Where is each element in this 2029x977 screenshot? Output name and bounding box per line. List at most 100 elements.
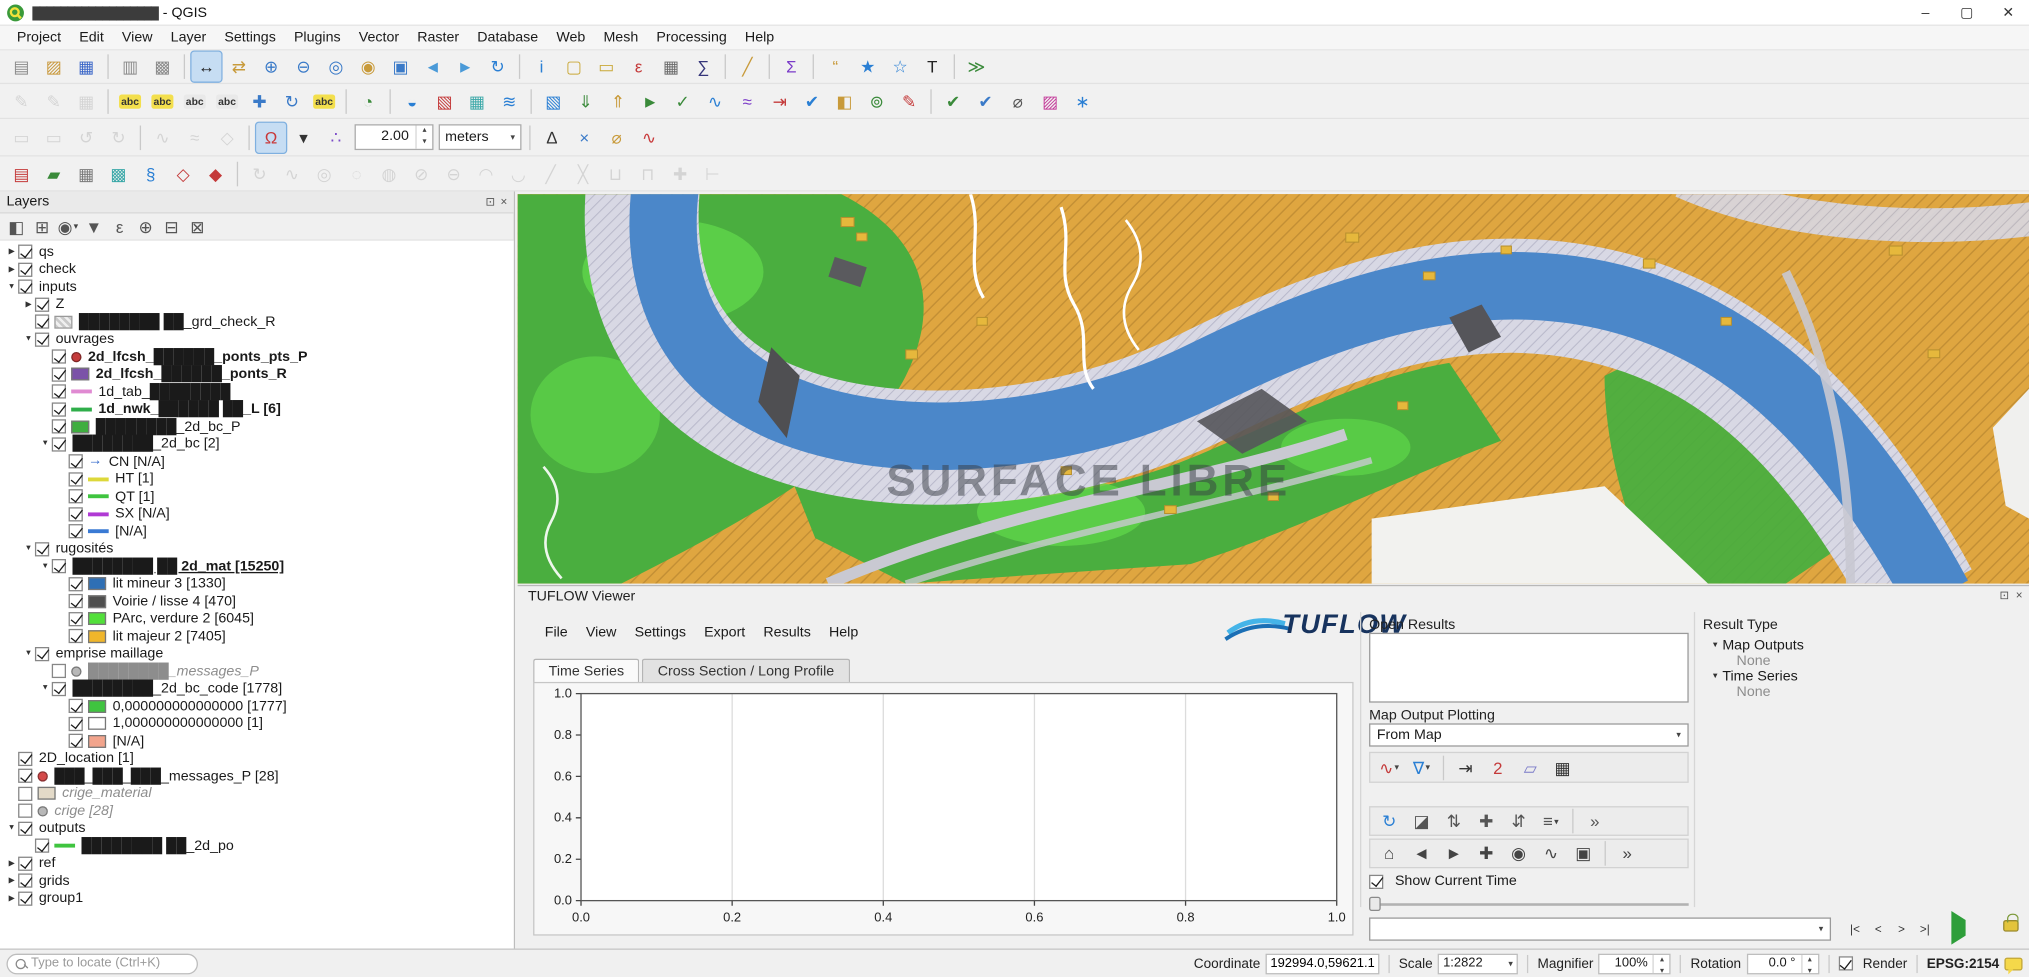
timeseries-plot-type-dropdown-arrow[interactable]: ▾ — [1395, 762, 1400, 772]
visibility-checkbox[interactable] — [69, 455, 83, 469]
visibility-checkbox[interactable] — [35, 647, 49, 661]
tuflow-menu-export[interactable]: Export — [695, 622, 754, 643]
stream-digitizing-button[interactable]: ≈ — [180, 122, 210, 152]
visibility-checkbox[interactable] — [52, 682, 66, 696]
map-tips-button[interactable]: “ — [820, 52, 850, 82]
render-toggle[interactable]: Render — [1838, 956, 1907, 972]
visibility-checkbox[interactable] — [52, 350, 66, 364]
new-spatial-bookmark-button[interactable]: ★ — [853, 52, 883, 82]
layer-row-2d-lfcsh-ponts-pts-p[interactable]: 2d_lfcsh_██████_ponts_pts_P — [0, 348, 514, 365]
visibility-checkbox[interactable] — [69, 524, 83, 538]
filter-legend-button[interactable]: ▼ — [82, 215, 107, 238]
arr-to-tuflow-button[interactable]: ≈ — [732, 86, 762, 116]
collapse-all-button[interactable]: ⊟ — [159, 215, 184, 238]
group-row-emprise-maillage[interactable]: ▼emprise maillage — [0, 645, 514, 662]
symbol-row-lit-mineur-3-1330[interactable]: lit mineur 3 [1330] — [0, 575, 514, 592]
refresh-map-button[interactable]: ↻ — [483, 52, 513, 82]
visibility-checkbox[interactable] — [69, 507, 83, 521]
save-layer-edits-button[interactable]: ▦ — [71, 86, 101, 116]
snapping-units-combo[interactable]: meters▾ — [439, 124, 522, 150]
symbol-row-voirie-lisse-4-470[interactable]: Voirie / lisse 4 [470] — [0, 593, 514, 610]
minimize-button[interactable]: – — [1905, 0, 1946, 25]
load-osm-data-button[interactable]: ⊚ — [862, 86, 892, 116]
add-group-button[interactable]: ⊞ — [30, 215, 55, 238]
nav-save-figure-button[interactable]: ▣ — [1568, 839, 1598, 869]
timestep-combo[interactable]: ▾ — [1369, 917, 1831, 940]
vertex-tool-all-layers-button[interactable]: ✚ — [665, 159, 695, 189]
group-row-outputs[interactable]: ▼outputs — [0, 820, 514, 837]
plot-overflow-button[interactable]: » — [1580, 806, 1610, 836]
group-row-inputs[interactable]: ▼inputs — [0, 278, 514, 295]
visibility-checkbox[interactable] — [69, 577, 83, 591]
legend-options-dropdown-arrow[interactable]: ▾ — [1554, 816, 1559, 826]
visibility-checkbox[interactable] — [18, 769, 32, 783]
rotate-label-button[interactable]: ↻ — [277, 86, 307, 116]
result-type-node-map-outputs[interactable]: ▼Map Outputs — [1708, 638, 2019, 654]
tuflow-increment-layer-button[interactable]: ⇑ — [603, 86, 633, 116]
tuflow-run-simulation-button[interactable]: ► — [635, 86, 665, 116]
layer-row-1d-nwk-l-6[interactable]: 1d_nwk_██████ ██_L [6] — [0, 400, 514, 417]
show-bookmarks-button[interactable]: ☆ — [885, 52, 915, 82]
enable-tracing-button[interactable]: ∿ — [634, 122, 664, 152]
visibility-checkbox[interactable] — [18, 874, 32, 888]
locator-search[interactable]: Type to locate (Ctrl+K) — [6, 953, 198, 974]
current-edits-button[interactable]: ✎ — [6, 86, 36, 116]
zoom-in-button[interactable]: ⊕ — [256, 52, 286, 82]
layer-row-grd-check-r[interactable]: ████████ ██_grd_check_R — [0, 313, 514, 330]
highlight-pinned-labels-button[interactable]: abc — [212, 86, 242, 116]
refresh-plot-button[interactable]: ↻ — [1374, 806, 1404, 836]
simplify-feature-button[interactable]: ∿ — [277, 159, 307, 189]
menu-database[interactable]: Database — [468, 27, 547, 48]
show-layout-manager-button[interactable]: ▩ — [148, 52, 178, 82]
menu-web[interactable]: Web — [547, 27, 594, 48]
rotate-feature-button[interactable]: ↻ — [245, 159, 275, 189]
split-features-button[interactable]: ╱ — [536, 159, 566, 189]
flux-line-button[interactable]: ⇥ — [1451, 752, 1481, 782]
merge-feature-attributes-button[interactable]: ⊓ — [633, 159, 663, 189]
group-row-qs[interactable]: ▶qs — [0, 243, 514, 260]
symbol-row-cn-n-a[interactable]: →CN [N/A] — [0, 453, 514, 470]
menu-edit[interactable]: Edit — [70, 27, 113, 48]
group-row-z[interactable]: ▶Z — [0, 296, 514, 313]
manage-map-themes-button[interactable]: ◉▾ — [56, 215, 81, 238]
tuflow-check-1d-integrity-button[interactable]: ✓ — [668, 86, 698, 116]
layer-row-2d-bc-p[interactable]: ████████_2d_bc_P — [0, 418, 514, 435]
snapping-tolerance-spinbox[interactable]: 2.00▴▾ — [355, 124, 434, 150]
visibility-checkbox[interactable] — [52, 664, 66, 678]
mesh-calculator-button[interactable]: ▦ — [462, 86, 492, 116]
menu-settings[interactable]: Settings — [215, 27, 285, 48]
close-button[interactable]: ✕ — [1988, 0, 2029, 25]
expander-icon[interactable]: ▶ — [5, 247, 18, 256]
move-label-button[interactable]: ✚ — [245, 86, 275, 116]
manage-map-themes-dropdown-arrow[interactable]: ▾ — [74, 221, 79, 231]
remove-layer-group-button[interactable]: ⊠ — [185, 215, 210, 238]
expander-icon[interactable]: ▼ — [22, 335, 35, 343]
expander-icon[interactable]: ▼ — [5, 825, 18, 833]
add-mesh-layer-button[interactable]: ▩ — [104, 159, 134, 189]
tuflow-panel-close-icon[interactable]: × — [2016, 589, 2023, 603]
symbol-row-qt-1[interactable]: QT [1] — [0, 488, 514, 505]
menu-layer[interactable]: Layer — [162, 27, 216, 48]
symbol-row-lit-majeur-2-7405[interactable]: lit majeur 2 [7405] — [0, 628, 514, 645]
identify-features-button[interactable]: i — [527, 52, 557, 82]
tuflow-menu-settings[interactable]: Settings — [626, 622, 696, 643]
map-canvas[interactable]: SURFACE LIBRE — [518, 194, 2029, 583]
visibility-checkbox[interactable] — [18, 245, 32, 259]
add-vector-layer-button[interactable]: ▰ — [39, 159, 69, 189]
visibility-checkbox[interactable] — [18, 262, 32, 276]
open-results-list[interactable] — [1369, 633, 1689, 703]
attribute-painter-button[interactable]: ✎ — [894, 86, 924, 116]
visibility-checkbox[interactable] — [69, 717, 83, 731]
menu-vector[interactable]: Vector — [350, 27, 408, 48]
expander-icon[interactable]: ▶ — [5, 265, 18, 274]
visibility-checkbox[interactable] — [69, 489, 83, 503]
expander-icon[interactable]: ▶ — [5, 894, 18, 903]
visibility-checkbox[interactable] — [52, 367, 66, 381]
enable-snapping-button[interactable]: Ω — [256, 122, 286, 152]
visibility-checkbox[interactable] — [35, 542, 49, 556]
secondary-axis-button[interactable]: 2 — [1483, 752, 1513, 782]
topology-checker-button[interactable]: ✔ — [971, 86, 1001, 116]
spin-down-icon[interactable]: ▾ — [1654, 966, 1670, 977]
filter-by-expression-button[interactable]: ε — [107, 215, 132, 238]
expander-icon[interactable]: ▶ — [5, 859, 18, 868]
